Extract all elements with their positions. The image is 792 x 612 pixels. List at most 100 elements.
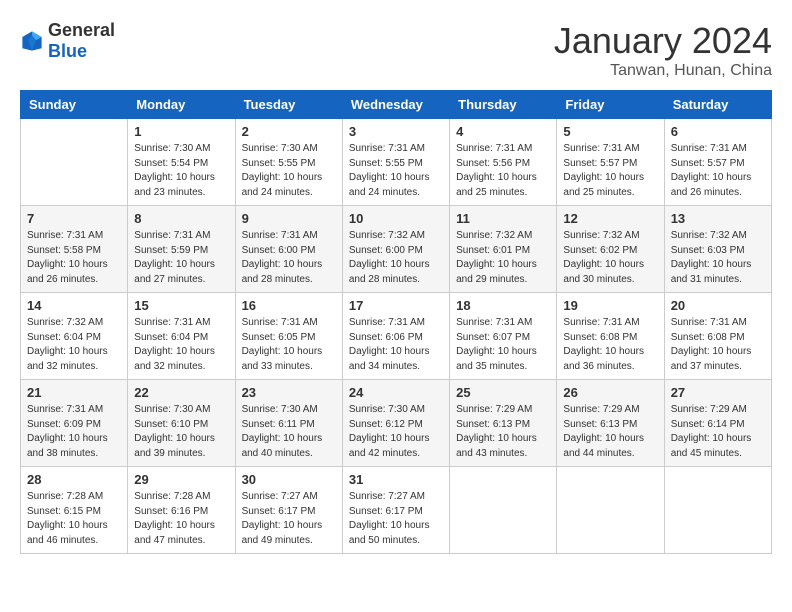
week-row-4: 21Sunrise: 7:31 AM Sunset: 6:09 PM Dayli… xyxy=(21,380,772,467)
day-info: Sunrise: 7:31 AM Sunset: 5:55 PM Dayligh… xyxy=(349,142,443,200)
weekday-header-friday: Friday xyxy=(557,91,664,119)
day-cell: 27Sunrise: 7:29 AM Sunset: 6:14 PM Dayli… xyxy=(664,380,771,467)
day-cell: 18 Sunrise: 7:31 AM Sunset: 6:07 PM Dayli… xyxy=(450,293,557,380)
day-cell: 19 Sunrise: 7:31 AM Sunset: 6:08 PM Dayli… xyxy=(557,293,664,380)
day-cell: 14 Sunrise: 7:32 AM Sunset: 6:04 PM Dayli… xyxy=(21,293,128,380)
weekday-header-thursday: Thursday xyxy=(450,91,557,119)
day-number: 13 xyxy=(671,211,765,226)
day-cell xyxy=(557,467,664,554)
weekday-header-sunday: Sunday xyxy=(21,91,128,119)
day-number: 8 xyxy=(134,211,228,226)
day-info: Sunrise: 7:29 AM Sunset: 6:13 PM Dayligh… xyxy=(456,403,550,461)
day-cell: 17 Sunrise: 7:31 AM Sunset: 6:06 PM Dayli… xyxy=(342,293,449,380)
day-cell: 7 Sunrise: 7:31 AM Sunset: 5:58 PM Daylig… xyxy=(21,206,128,293)
day-cell: 28 Sunrise: 7:28 AM Sunset: 6:15 PM Dayli… xyxy=(21,467,128,554)
header: General Blue January 2024 Tanwan, Hunan,… xyxy=(20,20,772,80)
title-section: January 2024 Tanwan, Hunan, China xyxy=(554,20,772,80)
day-number: 5 xyxy=(563,124,657,139)
day-info: Sunrise: 7:32 AM Sunset: 6:01 PM Dayligh… xyxy=(456,229,550,287)
day-cell: 15 Sunrise: 7:31 AM Sunset: 6:04 PM Dayli… xyxy=(128,293,235,380)
day-info: Sunrise: 7:31 AM Sunset: 6:06 PM Dayligh… xyxy=(349,316,443,374)
day-cell xyxy=(664,467,771,554)
day-cell: 2 Sunrise: 7:30 AM Sunset: 5:55 PM Daylig… xyxy=(235,119,342,206)
week-row-3: 14 Sunrise: 7:32 AM Sunset: 6:04 PM Dayli… xyxy=(21,293,772,380)
day-number: 9 xyxy=(242,211,336,226)
day-number: 28 xyxy=(27,472,121,487)
day-cell: 22Sunrise: 7:30 AM Sunset: 6:10 PM Dayli… xyxy=(128,380,235,467)
day-cell: 26 Sunrise: 7:29 AM Sunset: 6:13 PM Dayli… xyxy=(557,380,664,467)
day-number: 24 xyxy=(349,385,443,400)
day-number: 11 xyxy=(456,211,550,226)
day-info: Sunrise: 7:31 AM Sunset: 6:08 PM Dayligh… xyxy=(563,316,657,374)
day-info: Sunrise: 7:31 AM Sunset: 5:57 PM Dayligh… xyxy=(671,142,765,200)
calendar: SundayMondayTuesdayWednesdayThursdayFrid… xyxy=(20,90,772,554)
day-cell: 21Sunrise: 7:31 AM Sunset: 6:09 PM Dayli… xyxy=(21,380,128,467)
day-info: Sunrise: 7:32 AM Sunset: 6:00 PM Dayligh… xyxy=(349,229,443,287)
day-info: Sunrise: 7:31 AM Sunset: 5:56 PM Dayligh… xyxy=(456,142,550,200)
day-info: Sunrise: 7:28 AM Sunset: 6:15 PM Dayligh… xyxy=(27,490,121,548)
month-title: January 2024 xyxy=(554,20,772,62)
day-number: 25 xyxy=(456,385,550,400)
day-number: 3 xyxy=(349,124,443,139)
day-number: 12 xyxy=(563,211,657,226)
day-info: Sunrise: 7:30 AM Sunset: 5:54 PM Dayligh… xyxy=(134,142,228,200)
day-cell xyxy=(450,467,557,554)
day-info: Sunrise: 7:30 AM Sunset: 6:10 PM Dayligh… xyxy=(134,403,228,461)
day-cell xyxy=(21,119,128,206)
weekday-header-row: SundayMondayTuesdayWednesdayThursdayFrid… xyxy=(21,91,772,119)
weekday-header-monday: Monday xyxy=(128,91,235,119)
day-cell: 10 Sunrise: 7:32 AM Sunset: 6:00 PM Dayli… xyxy=(342,206,449,293)
logo-general: General xyxy=(48,20,115,40)
day-number: 2 xyxy=(242,124,336,139)
week-row-2: 7 Sunrise: 7:31 AM Sunset: 5:58 PM Daylig… xyxy=(21,206,772,293)
day-info: Sunrise: 7:31 AM Sunset: 5:59 PM Dayligh… xyxy=(134,229,228,287)
day-info: Sunrise: 7:28 AM Sunset: 6:16 PM Dayligh… xyxy=(134,490,228,548)
day-info: Sunrise: 7:31 AM Sunset: 6:00 PM Dayligh… xyxy=(242,229,336,287)
day-number: 10 xyxy=(349,211,443,226)
day-number: 4 xyxy=(456,124,550,139)
day-number: 16 xyxy=(242,298,336,313)
day-number: 30 xyxy=(242,472,336,487)
day-info: Sunrise: 7:29 AM Sunset: 6:13 PM Dayligh… xyxy=(563,403,657,461)
day-info: Sunrise: 7:32 AM Sunset: 6:02 PM Dayligh… xyxy=(563,229,657,287)
day-number: 23 xyxy=(242,385,336,400)
day-info: Sunrise: 7:32 AM Sunset: 6:03 PM Dayligh… xyxy=(671,229,765,287)
day-number: 15 xyxy=(134,298,228,313)
day-number: 14 xyxy=(27,298,121,313)
day-info: Sunrise: 7:32 AM Sunset: 6:04 PM Dayligh… xyxy=(27,316,121,374)
day-cell: 3 Sunrise: 7:31 AM Sunset: 5:55 PM Daylig… xyxy=(342,119,449,206)
day-cell: 4 Sunrise: 7:31 AM Sunset: 5:56 PM Daylig… xyxy=(450,119,557,206)
day-cell: 13 Sunrise: 7:32 AM Sunset: 6:03 PM Dayli… xyxy=(664,206,771,293)
day-number: 29 xyxy=(134,472,228,487)
day-number: 19 xyxy=(563,298,657,313)
weekday-header-saturday: Saturday xyxy=(664,91,771,119)
day-cell: 16 Sunrise: 7:31 AM Sunset: 6:05 PM Dayli… xyxy=(235,293,342,380)
day-cell: 8 Sunrise: 7:31 AM Sunset: 5:59 PM Daylig… xyxy=(128,206,235,293)
day-number: 6 xyxy=(671,124,765,139)
location-title: Tanwan, Hunan, China xyxy=(554,62,772,80)
day-info: Sunrise: 7:30 AM Sunset: 5:55 PM Dayligh… xyxy=(242,142,336,200)
day-cell: 12 Sunrise: 7:32 AM Sunset: 6:02 PM Dayli… xyxy=(557,206,664,293)
day-number: 20 xyxy=(671,298,765,313)
weekday-header-tuesday: Tuesday xyxy=(235,91,342,119)
day-number: 17 xyxy=(349,298,443,313)
day-info: Sunrise: 7:31 AM Sunset: 5:58 PM Dayligh… xyxy=(27,229,121,287)
day-info: Sunrise: 7:30 AM Sunset: 6:12 PM Dayligh… xyxy=(349,403,443,461)
day-number: 31 xyxy=(349,472,443,487)
day-info: Sunrise: 7:31 AM Sunset: 6:04 PM Dayligh… xyxy=(134,316,228,374)
day-cell: 1Sunrise: 7:30 AM Sunset: 5:54 PM Daylig… xyxy=(128,119,235,206)
day-cell: 30 Sunrise: 7:27 AM Sunset: 6:17 PM Dayli… xyxy=(235,467,342,554)
day-number: 18 xyxy=(456,298,550,313)
day-cell: 23Sunrise: 7:30 AM Sunset: 6:11 PM Dayli… xyxy=(235,380,342,467)
day-info: Sunrise: 7:31 AM Sunset: 6:09 PM Dayligh… xyxy=(27,403,121,461)
weekday-header-wednesday: Wednesday xyxy=(342,91,449,119)
day-info: Sunrise: 7:31 AM Sunset: 6:07 PM Dayligh… xyxy=(456,316,550,374)
day-info: Sunrise: 7:31 AM Sunset: 5:57 PM Dayligh… xyxy=(563,142,657,200)
day-cell: 29 Sunrise: 7:28 AM Sunset: 6:16 PM Dayli… xyxy=(128,467,235,554)
day-info: Sunrise: 7:27 AM Sunset: 6:17 PM Dayligh… xyxy=(242,490,336,548)
day-cell: 5 Sunrise: 7:31 AM Sunset: 5:57 PM Daylig… xyxy=(557,119,664,206)
day-number: 7 xyxy=(27,211,121,226)
day-number: 26 xyxy=(563,385,657,400)
day-cell: 20Sunrise: 7:31 AM Sunset: 6:08 PM Dayli… xyxy=(664,293,771,380)
day-info: Sunrise: 7:31 AM Sunset: 6:05 PM Dayligh… xyxy=(242,316,336,374)
